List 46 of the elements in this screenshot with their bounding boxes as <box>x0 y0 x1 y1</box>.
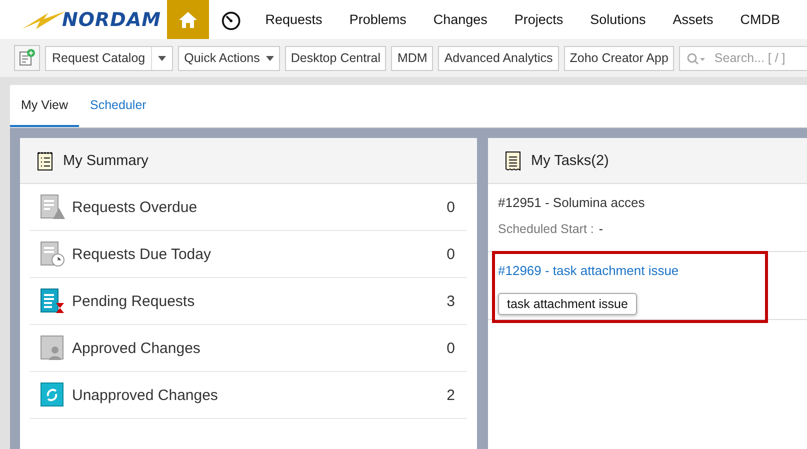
toolbar-button[interactable]: Desktop Central <box>284 46 386 70</box>
nav-link[interactable]: Changes <box>433 12 488 27</box>
panel-title: My Tasks(2) <box>531 152 609 168</box>
panel-title: My Summary <box>63 152 148 168</box>
nav-link[interactable]: Problems <box>349 12 406 27</box>
summary-item-link[interactable]: Approved Changes <box>72 340 447 356</box>
summary-item-link[interactable]: Pending Requests <box>72 292 447 310</box>
summary-item-link[interactable]: Requests Overdue <box>72 198 447 216</box>
summary-count: 3 <box>446 292 455 310</box>
document-clock-icon <box>40 241 66 267</box>
new-request-button[interactable] <box>14 45 40 71</box>
task-link[interactable]: #12951 - Solumina acces <box>498 195 797 210</box>
split-button[interactable]: Request Catalog <box>45 46 174 70</box>
summary-count: 0 <box>446 246 455 262</box>
dropdown-button[interactable]: Quick Actions <box>178 46 280 70</box>
nav-link[interactable]: Requests <box>265 12 322 27</box>
search-icon[interactable] <box>687 52 708 64</box>
document-warning-icon <box>40 194 66 220</box>
toolbar-button[interactable]: Zoho Creator App <box>564 46 674 70</box>
scheduled-start-value: - <box>598 222 604 236</box>
company-logo: NORDAM <box>0 8 167 30</box>
summary-count: 0 <box>446 198 455 216</box>
summary-item-link[interactable]: Unapproved Changes <box>72 386 447 404</box>
document-icon <box>505 150 521 170</box>
caret-icon <box>158 56 166 60</box>
nav-link[interactable]: Assets <box>672 12 714 27</box>
search-field[interactable]: Search... [ / ] <box>679 46 807 70</box>
refresh-icon <box>40 382 66 408</box>
caret-icon <box>266 56 274 60</box>
nav-link[interactable]: Solutions <box>590 12 646 27</box>
nav-link[interactable]: Projects <box>514 12 564 27</box>
toolbar-button[interactable]: MDM <box>391 46 434 70</box>
document-hourglass-icon <box>40 288 66 314</box>
view-tab[interactable]: Scheduler <box>79 85 158 127</box>
summary-item-link[interactable]: Requests Due Today <box>72 246 447 262</box>
tooltip: task attachment issue <box>498 293 637 315</box>
toolbar-button[interactable]: Advanced Analytics <box>438 46 559 70</box>
home-icon[interactable] <box>166 0 210 39</box>
person-icon <box>40 335 66 361</box>
task-link[interactable]: #12969 - task attachment issue <box>498 263 797 278</box>
speedometer-icon[interactable] <box>221 10 242 30</box>
notepad-icon <box>37 150 53 170</box>
nav-link[interactable]: CMDB <box>740 12 780 27</box>
summary-count: 2 <box>446 386 455 404</box>
scheduled-start-label: Scheduled Start : <box>498 222 594 236</box>
summary-count: 0 <box>446 340 455 356</box>
